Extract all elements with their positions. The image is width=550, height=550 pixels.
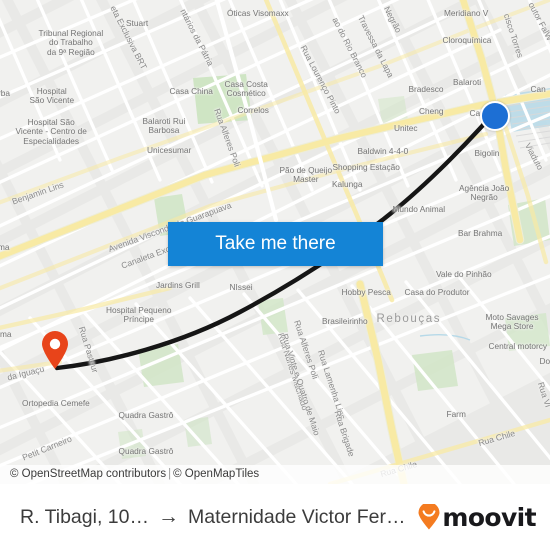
attribution-osm[interactable]: © OpenStreetMap contributors <box>10 468 166 480</box>
moovit-logo[interactable]: moovit <box>417 502 537 532</box>
map-canvas[interactable]: Rebouças eta Exclusiva BRT ntários da Pát… <box>0 0 550 484</box>
map-attribution: © OpenStreetMap contributors | © OpenMapTi… <box>0 465 550 484</box>
moovit-route-screenshot: Rebouças eta Exclusiva BRT ntários da Pát… <box>0 0 550 550</box>
route-bottom-bar: R. Tibagi, 10… → Maternidade Victor Ferr… <box>0 484 550 550</box>
route-summary: R. Tibagi, 10… → Maternidade Victor Ferr… <box>20 505 411 529</box>
origin-pin-icon[interactable] <box>40 330 70 370</box>
moovit-wordmark: moovit <box>442 502 536 532</box>
route-destination-label: Maternidade Victor Ferreira Do Am… <box>187 505 411 528</box>
take-me-there-button[interactable]: Take me there <box>168 222 383 266</box>
moovit-pin-icon <box>418 504 440 530</box>
destination-marker-icon[interactable] <box>480 101 510 131</box>
route-origin-label: R. Tibagi, 10… <box>20 505 149 528</box>
attribution-tiles[interactable]: © OpenMapTiles <box>173 468 259 480</box>
arrow-right-icon: → <box>157 505 179 528</box>
